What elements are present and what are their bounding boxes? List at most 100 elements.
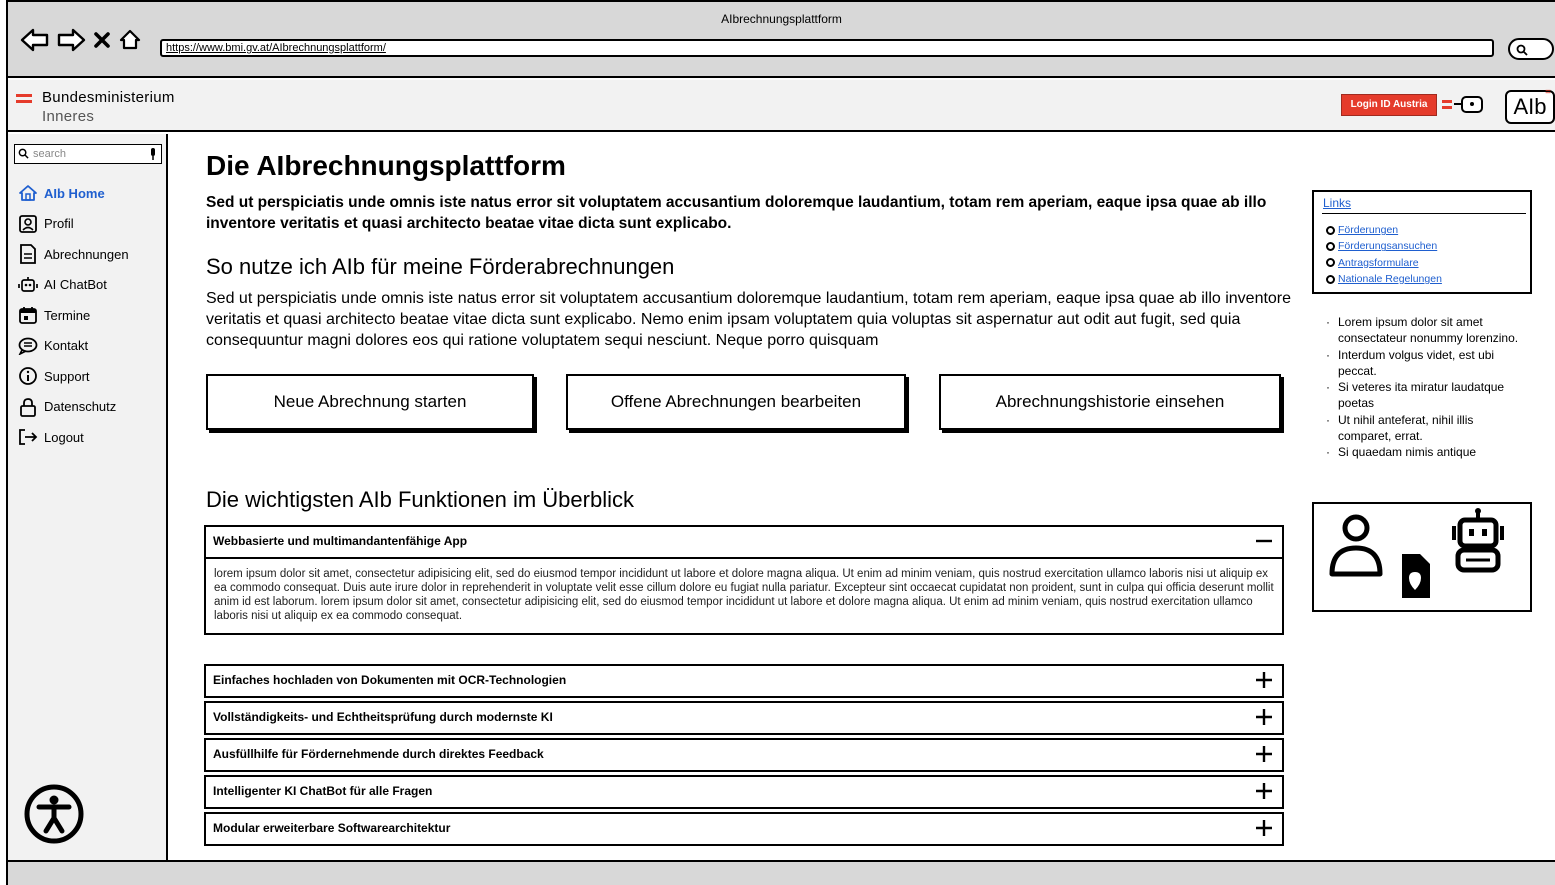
sidebar-item-abrechnungen[interactable]: Abrechnungen [18, 239, 129, 270]
lock-icon [18, 397, 38, 417]
sidebar-item-label: Datenschutz [44, 399, 117, 415]
home-page-icon[interactable] [118, 28, 142, 52]
list-item: Förderungsansuchen [1326, 238, 1442, 254]
forward-icon[interactable] [56, 28, 86, 52]
id-austria-key-icon[interactable] [1440, 94, 1488, 116]
robot-icon [18, 275, 38, 295]
accordion-header[interactable]: Einfaches hochladen von Dokumenten mit O… [206, 666, 1282, 696]
accordion-title: Vollständigkeits- und Echtheitsprüfung d… [213, 710, 553, 724]
sidebar-item-aib-home[interactable]: AIb Home [18, 178, 129, 209]
browser-window: AIbrechnungsplattform https://www.bmi.gv… [6, 0, 1555, 885]
accordion-body: lorem ipsum dolor sit amet, consectetur … [206, 557, 1282, 633]
settlement-history-button[interactable]: Abrechnungshistorie einsehen [939, 374, 1281, 430]
accordion-item: Ausfüllhilfe für Fördernehmende durch di… [204, 738, 1284, 772]
info-icon [18, 366, 38, 386]
accordion-title: Ausfüllhilfe für Fördernehmende durch di… [213, 747, 544, 761]
accordion-item: Modular erweiterbare Softwarearchitektur [204, 812, 1284, 846]
sidebar-item-datenschutz[interactable]: Datenschutz [18, 392, 129, 423]
accordion-header[interactable]: Vollständigkeits- und Echtheitsprüfung d… [206, 703, 1282, 733]
accordion-item: Vollständigkeits- und Echtheitsprüfung d… [204, 701, 1284, 735]
plus-icon[interactable] [1254, 744, 1274, 764]
url-bar[interactable]: https://www.bmi.gv.at/AIbrechnungsplattf… [160, 39, 1494, 57]
austria-flag-icon [16, 94, 32, 126]
sidebar-item-label: AIb Home [44, 185, 105, 201]
aib-brand-logo: AIb = [1505, 87, 1555, 124]
plus-icon[interactable] [1254, 781, 1274, 801]
list-item: Si veteres ita miratur laudatque poetas [1324, 379, 1529, 412]
search-icon [1516, 44, 1528, 56]
new-settlement-button[interactable]: Neue Abrechnung starten [206, 374, 534, 430]
logo-line2: Inneres [42, 108, 95, 125]
plus-icon[interactable] [1254, 670, 1274, 690]
radio-circle-icon [1326, 225, 1335, 235]
sidebar-item-termine[interactable]: Termine [18, 300, 129, 331]
window-title: AIbrechnungsplattform [721, 12, 842, 26]
link-foerderungsansuchen[interactable]: Förderungsansuchen [1338, 240, 1437, 252]
links-list: Förderungen Förderungsansuchen Antragsfo… [1326, 222, 1442, 287]
aib-brand-text: AIb [1513, 94, 1547, 119]
accordion-title: Webbasierte und multimandantenfähige App [213, 534, 468, 548]
home-icon [18, 183, 38, 203]
accessibility-icon[interactable] [24, 784, 84, 844]
list-item: Lorem ipsum dolor sit amet consectateur … [1324, 314, 1529, 347]
sidebar-item-profil[interactable]: Profil [18, 209, 129, 240]
chat-icon [18, 336, 38, 356]
minus-icon[interactable] [1254, 531, 1274, 551]
link-foerderungen[interactable]: Förderungen [1338, 224, 1398, 236]
accordion-header[interactable]: Webbasierte und multimandantenfähige App [206, 527, 1282, 557]
stop-icon[interactable] [92, 28, 112, 52]
sidebar-item-label: Logout [44, 429, 84, 445]
robot-icon [1452, 508, 1504, 573]
microphone-icon[interactable] [149, 148, 157, 160]
link-nationale-regelungen[interactable]: Nationale Regelungen [1338, 273, 1442, 285]
browser-status-bar [8, 860, 1555, 885]
login-id-austria-button[interactable]: Login ID Austria [1341, 94, 1437, 116]
accordion-header[interactable]: Intelligenter KI ChatBot für alle Fragen [206, 777, 1282, 807]
list-item: Förderungen [1326, 222, 1442, 238]
radio-circle-icon [1326, 274, 1335, 284]
back-icon[interactable] [20, 28, 50, 52]
logout-icon [18, 427, 38, 447]
brand-dots-icon: = [1545, 87, 1551, 98]
page-title: Die AIbrechnungsplattform [206, 150, 566, 181]
document-icon [18, 244, 38, 265]
list-item: Interdum volgus videt, est ubi peccat. [1324, 347, 1529, 380]
sidebar-item-label: Profil [44, 216, 74, 232]
section-usage-text: Sed ut perspiciatis unde omnis iste natu… [206, 290, 1292, 349]
plus-icon[interactable] [1254, 707, 1274, 727]
plus-icon[interactable] [1254, 818, 1274, 838]
sidebar-item-logout[interactable]: Logout [18, 422, 129, 453]
browser-search-button[interactable] [1508, 38, 1554, 60]
links-title[interactable]: Links [1323, 196, 1351, 210]
accordion-item: Einfaches hochladen von Dokumenten mit O… [204, 664, 1284, 698]
accordion-title: Modular erweiterbare Softwarearchitektur [213, 821, 451, 835]
illustration-panel [1312, 502, 1532, 612]
illustration [1329, 508, 1504, 598]
radio-circle-icon [1326, 258, 1335, 268]
radio-circle-icon [1326, 241, 1335, 251]
open-settlements-button[interactable]: Offene Abrechnungen bearbeiten [566, 374, 906, 430]
sidebar-item-support[interactable]: Support [18, 361, 129, 392]
sidebar-nav: AIb Home Profil Abrechnungen AI ChatBot … [18, 178, 129, 453]
search-placeholder: search [33, 148, 67, 160]
list-item: Ut nihil anteferat, nihil illis comparet… [1324, 412, 1529, 445]
accordion-header[interactable]: Modular erweiterbare Softwarearchitektur [206, 814, 1282, 844]
sidebar-item-ai-chatbot[interactable]: AI ChatBot [18, 270, 129, 301]
link-antragsformulare[interactable]: Antragsformulare [1338, 257, 1419, 269]
browser-nav-buttons [20, 28, 142, 52]
accordion-header[interactable]: Ausfüllhilfe für Fördernehmende durch di… [206, 740, 1282, 770]
sidebar-item-label: Kontakt [44, 338, 89, 354]
accordion-item: Intelligenter KI ChatBot für alle Fragen [204, 775, 1284, 809]
accordion-title: Einfaches hochladen von Dokumenten mit O… [213, 673, 567, 687]
sidebar-item-label: Abrechnungen [44, 246, 129, 262]
list-item: Nationale Regelungen [1326, 271, 1442, 287]
lead-text: Sed ut perspiciatis unde omnis iste natu… [206, 194, 1267, 232]
url-text: https://www.bmi.gv.at/AIbrechnungsplattf… [166, 42, 386, 54]
info-bullet-list: Lorem ipsum dolor sit amet consectateur … [1324, 314, 1529, 461]
accordion-item: Webbasierte und multimandantenfähige App… [204, 525, 1284, 635]
list-item: Si quaedam nimis antique [1324, 444, 1529, 461]
calendar-icon [18, 305, 38, 325]
logo-line1: Bundesministerium [42, 89, 175, 106]
sidebar-item-kontakt[interactable]: Kontakt [18, 331, 129, 362]
sidebar-search-input[interactable]: search [14, 144, 162, 164]
